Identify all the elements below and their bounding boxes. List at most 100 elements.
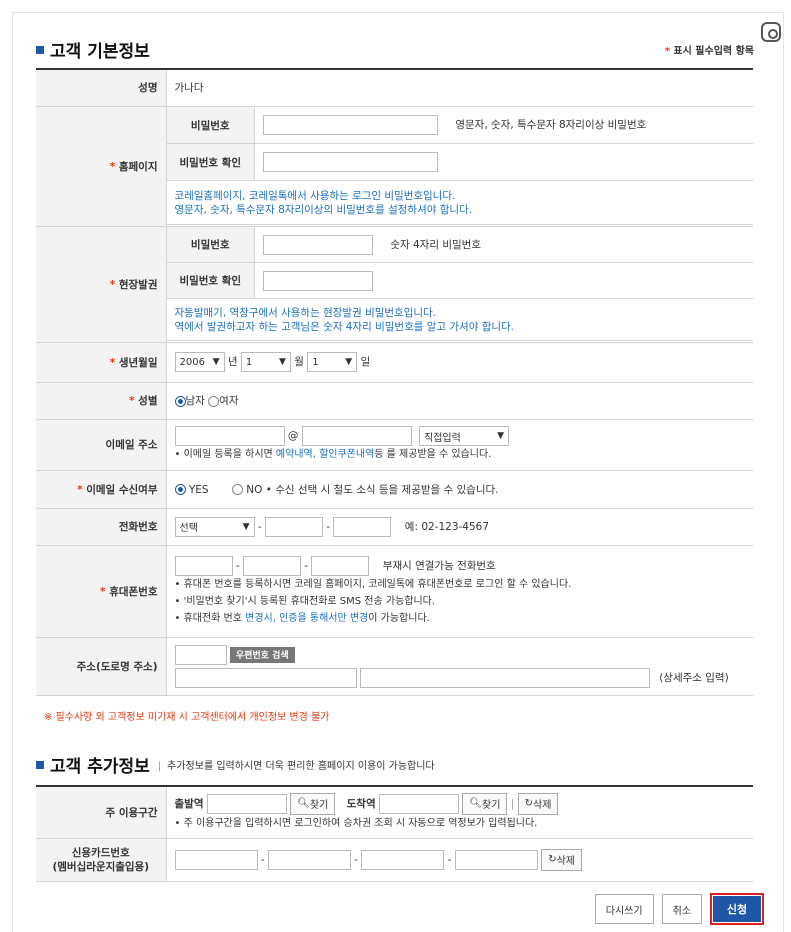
email-receive-yes-radio[interactable] [174,484,186,495]
email-receive-no-radio[interactable] [231,484,243,495]
homepage-password-input[interactable] [263,115,438,135]
onsite-password-input[interactable] [263,234,373,255]
mobile-mid-input[interactable] [242,555,301,576]
gender-female-radio[interactable] [208,395,220,407]
phone-label: 전화번호 [36,508,167,546]
gender-male-label: 남자 [185,395,205,407]
additional-info-table: 주 이용구간 출발역 🔍︎ 찾기 도착역 🔍︎ 찾기 | ↻ 삭제 주 이용구간… [36,785,753,882]
row-card: 신용카드번호 (멤버십라운지출입용) - - - ↻ 삭제 [36,838,753,882]
mobile-last-input[interactable] [311,555,370,576]
birth-year-select[interactable]: 2006 ▼ [174,352,225,372]
search-icon: 🔍︎ [297,798,310,810]
name-value: 가나다 [166,69,753,107]
card-input-3[interactable] [361,849,445,870]
mobile-note-2: '비밀번호 찾기'시 등록된 휴대전화로 SMS 전송 가능합니다. [175,593,746,610]
mobile-label: * 휴대폰번호 [36,545,167,638]
section-subtitle: 추가정보를 입력하시면 더욱 편리한 홈페이지 이용이 가능합니다 [158,757,434,772]
homepage-note-2: 영문자, 숫자, 특수문자 8자리이상의 비밀번호를 설정하셔야 합니다. [174,203,473,216]
search-icon: 🔍︎ [469,798,482,810]
row-phone: 전화번호 선택 ▼ - - 예: 02-123-4567 [36,508,753,546]
gender-label: * 성별 [36,382,167,420]
phone-area-select[interactable]: 선택 ▼ [174,516,255,537]
section-title: 고객 기본정보 [50,42,150,62]
chevron-down-icon: ▼ [497,431,505,441]
arrival-input[interactable] [378,793,459,814]
mobile-hint: 부재시 연결가능 전화번호 [382,559,496,572]
arrival-find-button[interactable]: 🔍︎ 찾기 [462,792,508,815]
address-detail-hint: (상세주소 입력) [659,671,729,684]
departure-find-button[interactable]: 🔍︎ 찾기 [290,792,336,815]
onsite-note-1: 자동발매기, 역창구에서 사용하는 현장발권 비밀번호입니다. [174,306,437,319]
cancel-button[interactable]: 취소 [661,894,702,924]
homepage-password-label: 비밀번호 [166,106,255,145]
rewrite-button[interactable]: 다시쓰기 [594,894,654,924]
row-email: 이메일 주소 @ 직접입력▼ 이메일 등록을 하시면 예약내역, 할인쿠폰내역등… [36,419,753,471]
gender-female-label: 여자 [219,395,239,407]
card-label: 신용카드번호 (멤버십라운지출입용) [36,838,167,882]
birth-month-select[interactable]: 1 ▼ [240,352,291,372]
email-receive-note: • 수신 선택 시 철도 소식 등을 제공받을 수 있습니다. [265,483,499,496]
phone-last-input[interactable] [333,516,392,537]
birth-day-select[interactable]: 1 ▼ [307,352,358,372]
onsite-password-label: 비밀번호 [166,226,255,264]
card-input-1[interactable] [174,849,258,870]
address-label: 주소(도로명 주소) [36,637,167,696]
row-onsite: * 현장발권 비밀번호 숫자 4자리 비밀번호 비밀번호 확인 자동발매기, 역… [36,226,753,343]
name-label: 성명 [36,69,167,107]
onsite-note-2: 역에서 발권하고자 하는 고객님은 숫자 4자리 비밀번호를 알고 가셔야 합니… [174,320,515,333]
row-gender: * 성별 남자 여자 [36,382,753,420]
mobile-first-input[interactable] [174,555,233,576]
zipcode-search-button[interactable]: 우편번호 검색 [229,646,295,663]
row-email-receive: * 이메일 수신여부 YES NO • 수신 선택 시 철도 소식 등을 제공받… [36,470,753,509]
scan-icon[interactable] [761,22,781,42]
refresh-icon: ↻ [548,854,557,865]
row-mobile: * 휴대폰번호 - - 부재시 연결가능 전화번호 휴대폰 번호를 등록하시면 … [36,545,753,638]
onsite-label: * 현장발권 [36,226,167,343]
mobile-note-3: 휴대전화 번호 변경시, 인증을 통해서만 변경이 가능합니다. [175,610,746,627]
chevron-down-icon: ▼ [345,357,353,367]
route-note: 주 이용구간을 입력하시면 로그인하여 승차권 조회 시 자동으로 역정보가 입… [175,815,746,832]
route-label: 주 이용구간 [36,786,167,839]
mobile-note-1: 휴대폰 번호를 등록하시면 코레일 홈페이지, 코레일톡에 휴대폰번호로 로그인… [175,576,746,593]
row-address: 주소(도로명 주소) 우편번호 검색 (상세주소 입력) [36,637,753,696]
email-receive-label: * 이메일 수신여부 [36,470,167,509]
bottom-buttons: 다시쓰기 취소 신청 [594,893,764,925]
homepage-password-hint: 영문자, 숫자, 특수문자 8자리이상 비밀번호 [455,119,647,131]
card-input-4[interactable] [454,849,538,870]
email-id-input[interactable] [174,426,285,446]
email-note: 이메일 등록을 하시면 예약내역, 할인쿠폰내역등 를 제공받을 수 있습니다. [175,446,746,463]
email-domain-input[interactable] [301,426,412,446]
zipcode-input[interactable] [174,644,227,665]
card-delete-button[interactable]: ↻ 삭제 [541,848,583,871]
homepage-note-1: 코레일홈페이지, 코레일톡에서 사용하는 로그인 비밀번호입니다. [174,189,456,202]
departure-input[interactable] [206,793,287,814]
homepage-password-confirm-input[interactable] [263,152,438,173]
basic-info-table: 성명 가나다 * 홈페이지 비밀번호 영문자, 숫자, 특수문자 8자리이상 비… [36,68,753,696]
section-marker-icon [36,760,44,769]
departure-label: 출발역 [174,797,204,810]
gender-male-radio[interactable] [174,395,186,407]
chevron-down-icon: ▼ [212,357,220,367]
required-note: * 표시 필수입력 항목 [664,46,754,57]
address-detail-input[interactable] [359,667,650,688]
card-input-2[interactable] [267,849,351,870]
row-homepage: * 홈페이지 비밀번호 영문자, 숫자, 특수문자 8자리이상 비밀번호 비밀번… [36,106,753,227]
submit-highlight: 신청 [710,893,764,925]
chevron-down-icon: ▼ [278,357,286,367]
row-name: 성명 가나다 [36,69,753,107]
section-title: 고객 추가정보 [50,757,150,777]
email-domain-select[interactable]: 직접입력 ▼ [419,426,510,446]
route-delete-button[interactable]: ↻ 삭제 [517,792,559,815]
onsite-password-confirm-input[interactable] [263,270,373,291]
section-header-basic: 고객 기본정보 [36,37,150,62]
homepage-password-confirm-label: 비밀번호 확인 [166,143,255,182]
section-marker-icon [36,45,44,54]
address-input[interactable] [174,667,357,688]
row-birth: * 생년월일 2006 ▼ 년 1 ▼ 월 1 ▼ 일 [36,342,753,383]
birth-label: * 생년월일 [36,342,167,383]
homepage-label: * 홈페이지 [36,106,167,227]
arrival-label: 도착역 [346,797,376,810]
submit-button[interactable]: 신청 [713,896,761,922]
phone-mid-input[interactable] [264,516,323,537]
row-route: 주 이용구간 출발역 🔍︎ 찾기 도착역 🔍︎ 찾기 | ↻ 삭제 주 이용구간… [36,786,753,839]
